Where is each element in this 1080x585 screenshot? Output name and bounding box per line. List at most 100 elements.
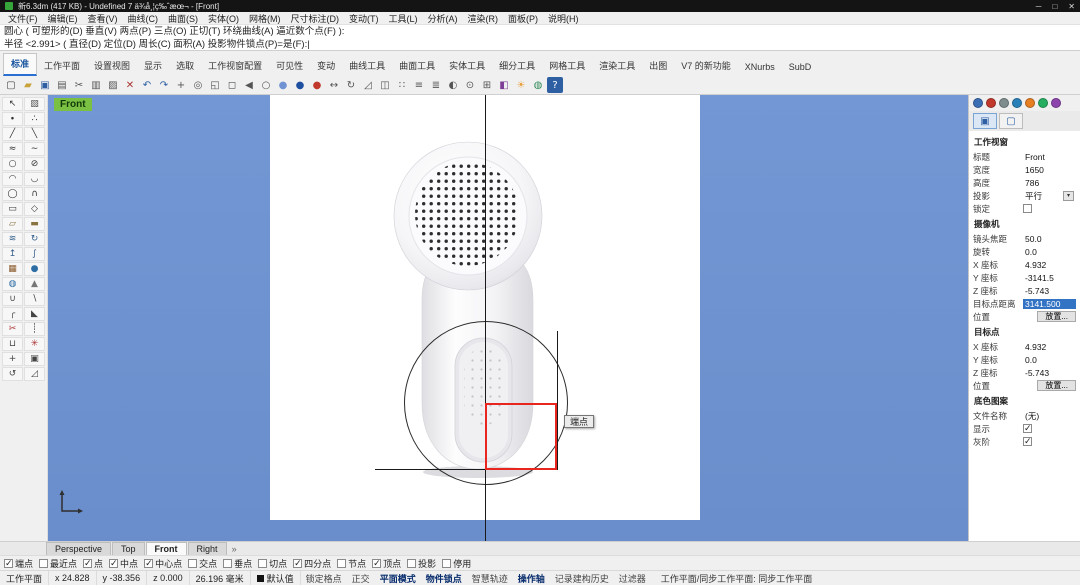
command-prompt-line[interactable]: 半径 <2.991> ( 直径(D) 定位(D) 周长(C) 面积(A) 投影物…: [0, 38, 1080, 51]
osnap-project-checkbox[interactable]: 投影: [407, 557, 436, 570]
checkbox-icon[interactable]: [442, 559, 451, 568]
ribbon-tab-render-tools[interactable]: 渲染工具: [592, 56, 642, 76]
delete-icon[interactable]: ✕: [122, 77, 138, 93]
osnap-point-checkbox[interactable]: 点: [83, 557, 103, 570]
scale-tool-icon[interactable]: ◿: [24, 367, 45, 381]
camera-z-value[interactable]: -5.743: [1023, 286, 1076, 296]
ribbon-tab-xnurbs[interactable]: XNurbs: [738, 59, 782, 76]
ribbon-tab-set-view[interactable]: 设置视图: [87, 56, 137, 76]
units-pane[interactable]: 26.196 毫米: [190, 571, 251, 585]
wallpaper-gray-checkbox[interactable]: [1023, 437, 1032, 446]
menu-solid[interactable]: 实体(O): [203, 12, 244, 25]
fillet-tool-icon[interactable]: ╭: [2, 307, 23, 321]
camera-y-value[interactable]: -3141.5: [1023, 273, 1076, 283]
layers-tab-icon[interactable]: [999, 98, 1009, 108]
ribbon-tab-cplane[interactable]: 工作平面: [37, 56, 87, 76]
revolve-tool-icon[interactable]: ↻: [24, 232, 45, 246]
camera-x-value[interactable]: 4.932: [1023, 260, 1076, 270]
ribbon-tab-curve-tools[interactable]: 曲线工具: [342, 56, 392, 76]
osnap-vertex-checkbox[interactable]: 顶点: [372, 557, 401, 570]
save-icon[interactable]: ▣: [37, 77, 53, 93]
grid-toggle-icon[interactable]: ⊞: [479, 77, 495, 93]
cylinder-tool-icon[interactable]: ◍: [2, 277, 23, 291]
camera-focal-value[interactable]: 50.0: [1023, 234, 1076, 244]
toggle-smarttrack[interactable]: 智慧轨迹: [467, 572, 513, 585]
lock-checkbox[interactable]: [1023, 204, 1032, 213]
print-icon[interactable]: ▤: [54, 77, 70, 93]
viewport-height-value[interactable]: 786: [1023, 178, 1076, 188]
circle-diameter-tool-icon[interactable]: ⊘: [24, 157, 45, 171]
viewport-properties-tab[interactable]: ▣: [973, 113, 997, 129]
surface-tool-icon[interactable]: ▱: [2, 217, 23, 231]
object-properties-icon[interactable]: ≡: [411, 77, 427, 93]
selection-filter-tool-icon[interactable]: ▧: [24, 97, 45, 111]
curve-tool-icon[interactable]: ≈: [2, 142, 23, 156]
split-tool-icon[interactable]: ┊: [24, 322, 45, 336]
chamfer-tool-icon[interactable]: ◣: [24, 307, 45, 321]
array-icon[interactable]: ∷: [394, 77, 410, 93]
sun-tab-icon[interactable]: [1025, 98, 1035, 108]
osnap-knot-checkbox[interactable]: 节点: [337, 557, 366, 570]
loft-tool-icon[interactable]: ≋: [2, 232, 23, 246]
toggle-history[interactable]: 记录建构历史: [550, 572, 614, 585]
checkbox-icon[interactable]: [407, 559, 416, 568]
wireframe-view-icon[interactable]: ○: [258, 77, 274, 93]
copy-icon[interactable]: ▥: [88, 77, 104, 93]
select-tool-icon[interactable]: ↖: [2, 97, 23, 111]
trim-tool-icon[interactable]: ✂: [2, 322, 23, 336]
help-tab-icon[interactable]: [1051, 98, 1061, 108]
display-tab-icon[interactable]: [1038, 98, 1048, 108]
viewport-front[interactable]: 端点 Front: [48, 95, 968, 541]
toggle-ortho[interactable]: 正交: [347, 572, 375, 585]
arc-3pt-tool-icon[interactable]: ◡: [24, 172, 45, 186]
layer-pane[interactable]: 默认值: [251, 571, 301, 585]
properties-tab-icon[interactable]: [973, 98, 983, 108]
display-properties-icon[interactable]: ◐: [445, 77, 461, 93]
join-tool-icon[interactable]: ⊔: [2, 337, 23, 351]
undo-icon[interactable]: ↶: [139, 77, 155, 93]
menu-help[interactable]: 说明(H): [543, 12, 584, 25]
chevron-down-icon[interactable]: ▾: [1063, 191, 1074, 201]
toggle-gumball[interactable]: 操作轴: [513, 572, 550, 585]
boolean-difference-tool-icon[interactable]: ∖: [24, 292, 45, 306]
projection-select[interactable]: 平行 ▾: [1023, 190, 1076, 202]
viewport-tab-top[interactable]: Top: [112, 542, 145, 555]
handle-curve-tool-icon[interactable]: ∼: [24, 142, 45, 156]
toggle-planar[interactable]: 平面模式: [375, 572, 421, 585]
checkbox-icon[interactable]: [188, 559, 197, 568]
command-area[interactable]: 圆心 ( 可塑形的(D) 垂直(V) 两点(P) 三点(O) 正切(T) 环绕曲…: [0, 25, 1080, 51]
checkbox-icon[interactable]: [372, 559, 381, 568]
ellipse-tool-icon[interactable]: ◯: [2, 187, 23, 201]
mirror-icon[interactable]: ◫: [377, 77, 393, 93]
rotate-icon[interactable]: ↻: [343, 77, 359, 93]
ribbon-tab-transform[interactable]: 变动: [310, 56, 342, 76]
menu-render[interactable]: 渲染(R): [463, 12, 504, 25]
viewport-title-value[interactable]: Front: [1023, 152, 1076, 162]
plane-tool-icon[interactable]: ▬: [24, 217, 45, 231]
menu-analyze[interactable]: 分析(A): [423, 12, 463, 25]
move-tool-icon[interactable]: +: [2, 352, 23, 366]
ribbon-tab-solid-tools[interactable]: 实体工具: [442, 56, 492, 76]
osnap-perpendicular-checkbox[interactable]: 垂点: [223, 557, 252, 570]
menu-curve[interactable]: 曲线(C): [123, 12, 164, 25]
sphere-tool-icon[interactable]: ●: [24, 262, 45, 276]
zoom-dynamic-icon[interactable]: ◎: [190, 77, 206, 93]
cut-icon[interactable]: ✂: [71, 77, 87, 93]
osnap-midpoint-checkbox[interactable]: 中点: [109, 557, 138, 570]
new-file-icon[interactable]: ▢: [3, 77, 19, 93]
box-tool-icon[interactable]: ▦: [2, 262, 23, 276]
checkbox-icon[interactable]: [144, 559, 153, 568]
toggle-osnap[interactable]: 物件锁点: [421, 572, 467, 585]
object-properties-tab[interactable]: ▢: [999, 113, 1023, 129]
redo-icon[interactable]: ↷: [156, 77, 172, 93]
camera-distance-value[interactable]: 3141.500: [1023, 299, 1076, 309]
wallpaper-file-value[interactable]: (无): [1023, 410, 1076, 422]
target-x-value[interactable]: 4.932: [1023, 342, 1076, 352]
sun-icon[interactable]: ☀: [513, 77, 529, 93]
cplane-pane[interactable]: 工作平面: [0, 571, 49, 585]
rotate-tool-icon[interactable]: ↺: [2, 367, 23, 381]
tab-overflow-icon[interactable]: »: [232, 544, 237, 555]
line-tool-icon[interactable]: ╲: [24, 127, 45, 141]
ribbon-tab-mesh-tools[interactable]: 网格工具: [542, 56, 592, 76]
viewport-tab-front[interactable]: Front: [146, 542, 187, 555]
